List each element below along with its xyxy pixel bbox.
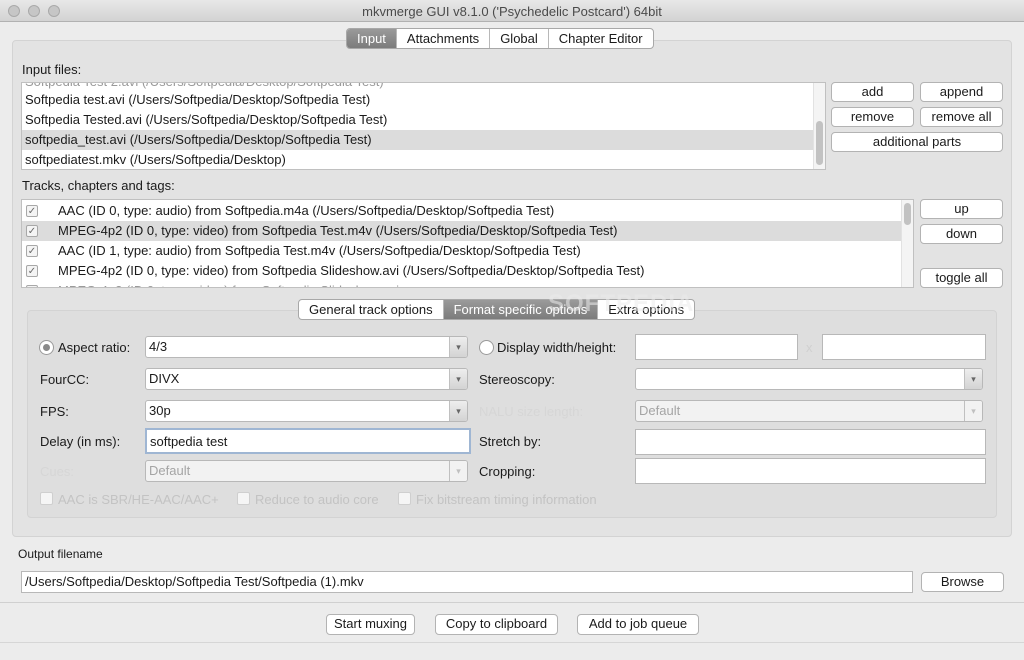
output-filename-field[interactable]: /Users/Softpedia/Desktop/Softpedia Test/… (21, 571, 913, 593)
reduce-audio-core-label: Reduce to audio core (255, 492, 379, 507)
fps-label: FPS: (40, 404, 69, 419)
input-files-label: Input files: (22, 62, 82, 77)
chevron-down-icon: ▾ (964, 401, 982, 421)
tab-input[interactable]: Input (347, 29, 397, 48)
display-width-height-label: Display width/height: (497, 340, 617, 355)
display-width-height-radio[interactable] (479, 340, 494, 355)
input-file-item[interactable]: Softpedia Tested.avi (/Users/Softpedia/D… (22, 110, 813, 130)
input-files-scrollbar[interactable] (813, 83, 825, 169)
chevron-down-icon: ▾ (449, 461, 467, 481)
fourcc-combo[interactable]: DIVX ▾ (145, 368, 468, 390)
title-bar: mkvmerge GUI v8.1.0 ('Psychedelic Postca… (0, 0, 1024, 22)
checkmark-icon[interactable]: ✓ (26, 265, 38, 277)
copy-to-clipboard-button[interactable]: Copy to clipboard (435, 614, 558, 635)
output-filename-label: Output filename (18, 547, 103, 561)
nalu-size-combo: Default ▾ (635, 400, 983, 422)
scrollbar-thumb[interactable] (904, 203, 911, 225)
browse-button[interactable]: Browse (921, 572, 1004, 592)
input-file-item[interactable]: softpediatest.mkv (/Users/Softpedia/Desk… (22, 150, 813, 169)
chevron-down-icon[interactable]: ▾ (449, 401, 467, 421)
chevron-down-icon[interactable]: ▾ (449, 369, 467, 389)
main-tab-bar: Input Attachments Global Chapter Editor (346, 28, 654, 49)
reduce-audio-core-checkbox (237, 492, 250, 505)
add-button[interactable]: add (831, 82, 914, 102)
fix-bitstream-label: Fix bitstream timing information (416, 492, 597, 507)
tracks-label: Tracks, chapters and tags: (22, 178, 175, 193)
start-muxing-button[interactable]: Start muxing (326, 614, 415, 635)
fix-bitstream-checkbox (398, 492, 411, 505)
tab-attachments[interactable]: Attachments (397, 29, 491, 48)
stereoscopy-label: Stereoscopy: (479, 372, 555, 387)
remove-all-button[interactable]: remove all (920, 107, 1003, 127)
display-width-field[interactable] (635, 334, 798, 360)
additional-parts-button[interactable]: additional parts (831, 132, 1003, 152)
fps-combo[interactable]: 30p ▾ (145, 400, 468, 422)
track-item[interactable]: ✓ MPEG-4p2 (ID 0, type: video) from Softp… (22, 261, 901, 281)
down-button[interactable]: down (920, 224, 1003, 244)
tracks-list[interactable]: ✓ AAC (ID 0, type: audio) from Softpedia.… (21, 199, 914, 288)
nalu-size-label: NALU size length: (479, 404, 584, 419)
fourcc-label: FourCC: (40, 372, 90, 387)
aspect-ratio-combo[interactable]: 4/3 ▾ (145, 336, 468, 358)
tracks-scrollbar[interactable] (901, 200, 913, 287)
cropping-field[interactable] (635, 458, 986, 484)
watermark: SOFTPEDIA (548, 290, 695, 317)
input-file-item-selected[interactable]: softpedia_test.avi (/Users/Softpedia/Des… (22, 130, 813, 150)
aspect-ratio-label: Aspect ratio: (58, 340, 131, 355)
track-item[interactable]: ✓ AAC (ID 1, type: audio) from Softpedia … (22, 241, 901, 261)
input-file-item[interactable]: Softpedia test.avi (/Users/Softpedia/Des… (22, 90, 813, 110)
checkmark-icon[interactable]: ✓ (26, 225, 38, 237)
aac-sbr-checkbox (40, 492, 53, 505)
track-item-selected[interactable]: ✓ MPEG-4p2 (ID 0, type: video) from Softp… (22, 221, 901, 241)
bottom-divider (0, 642, 1024, 643)
tab-chapter-editor[interactable]: Chapter Editor (549, 29, 653, 48)
append-button[interactable]: append (920, 82, 1003, 102)
chevron-down-icon[interactable]: ▾ (449, 337, 467, 357)
cues-combo: Default ▾ (145, 460, 468, 482)
stretch-by-field[interactable] (635, 429, 986, 455)
aspect-ratio-radio[interactable] (39, 340, 54, 355)
toggle-all-button[interactable]: toggle all (920, 268, 1003, 288)
tab-global[interactable]: Global (490, 29, 549, 48)
aac-sbr-label: AAC is SBR/HE-AAC/AAC+ (58, 492, 219, 507)
checkmark-icon[interactable]: ✓ (26, 245, 38, 257)
stereoscopy-combo[interactable]: ▾ (635, 368, 983, 390)
add-to-job-queue-button[interactable]: Add to job queue (577, 614, 699, 635)
stretch-by-label: Stretch by: (479, 434, 542, 449)
checkmark-icon[interactable]: ✓ (26, 205, 38, 217)
divider (0, 602, 1024, 603)
chevron-down-icon[interactable]: ▾ (964, 369, 982, 389)
delay-field[interactable]: softpedia test (145, 428, 471, 454)
cues-label: Cues: (40, 464, 74, 479)
display-height-field[interactable] (822, 334, 986, 360)
track-item[interactable]: ✓ AAC (ID 0, type: audio) from Softpedia.… (22, 201, 901, 221)
scrollbar-thumb[interactable] (816, 121, 823, 165)
remove-button[interactable]: remove (831, 107, 914, 127)
window-title: mkvmerge GUI v8.1.0 ('Psychedelic Postca… (362, 4, 662, 19)
cropping-label: Cropping: (479, 464, 536, 479)
delay-label: Delay (in ms): (40, 434, 121, 449)
up-button[interactable]: up (920, 199, 1003, 219)
tab-general-track-options[interactable]: General track options (299, 300, 444, 319)
display-separator: x (806, 340, 813, 355)
input-files-list[interactable]: Softpedia Test 2.avi (/Users/Softpedia/D… (21, 82, 826, 170)
